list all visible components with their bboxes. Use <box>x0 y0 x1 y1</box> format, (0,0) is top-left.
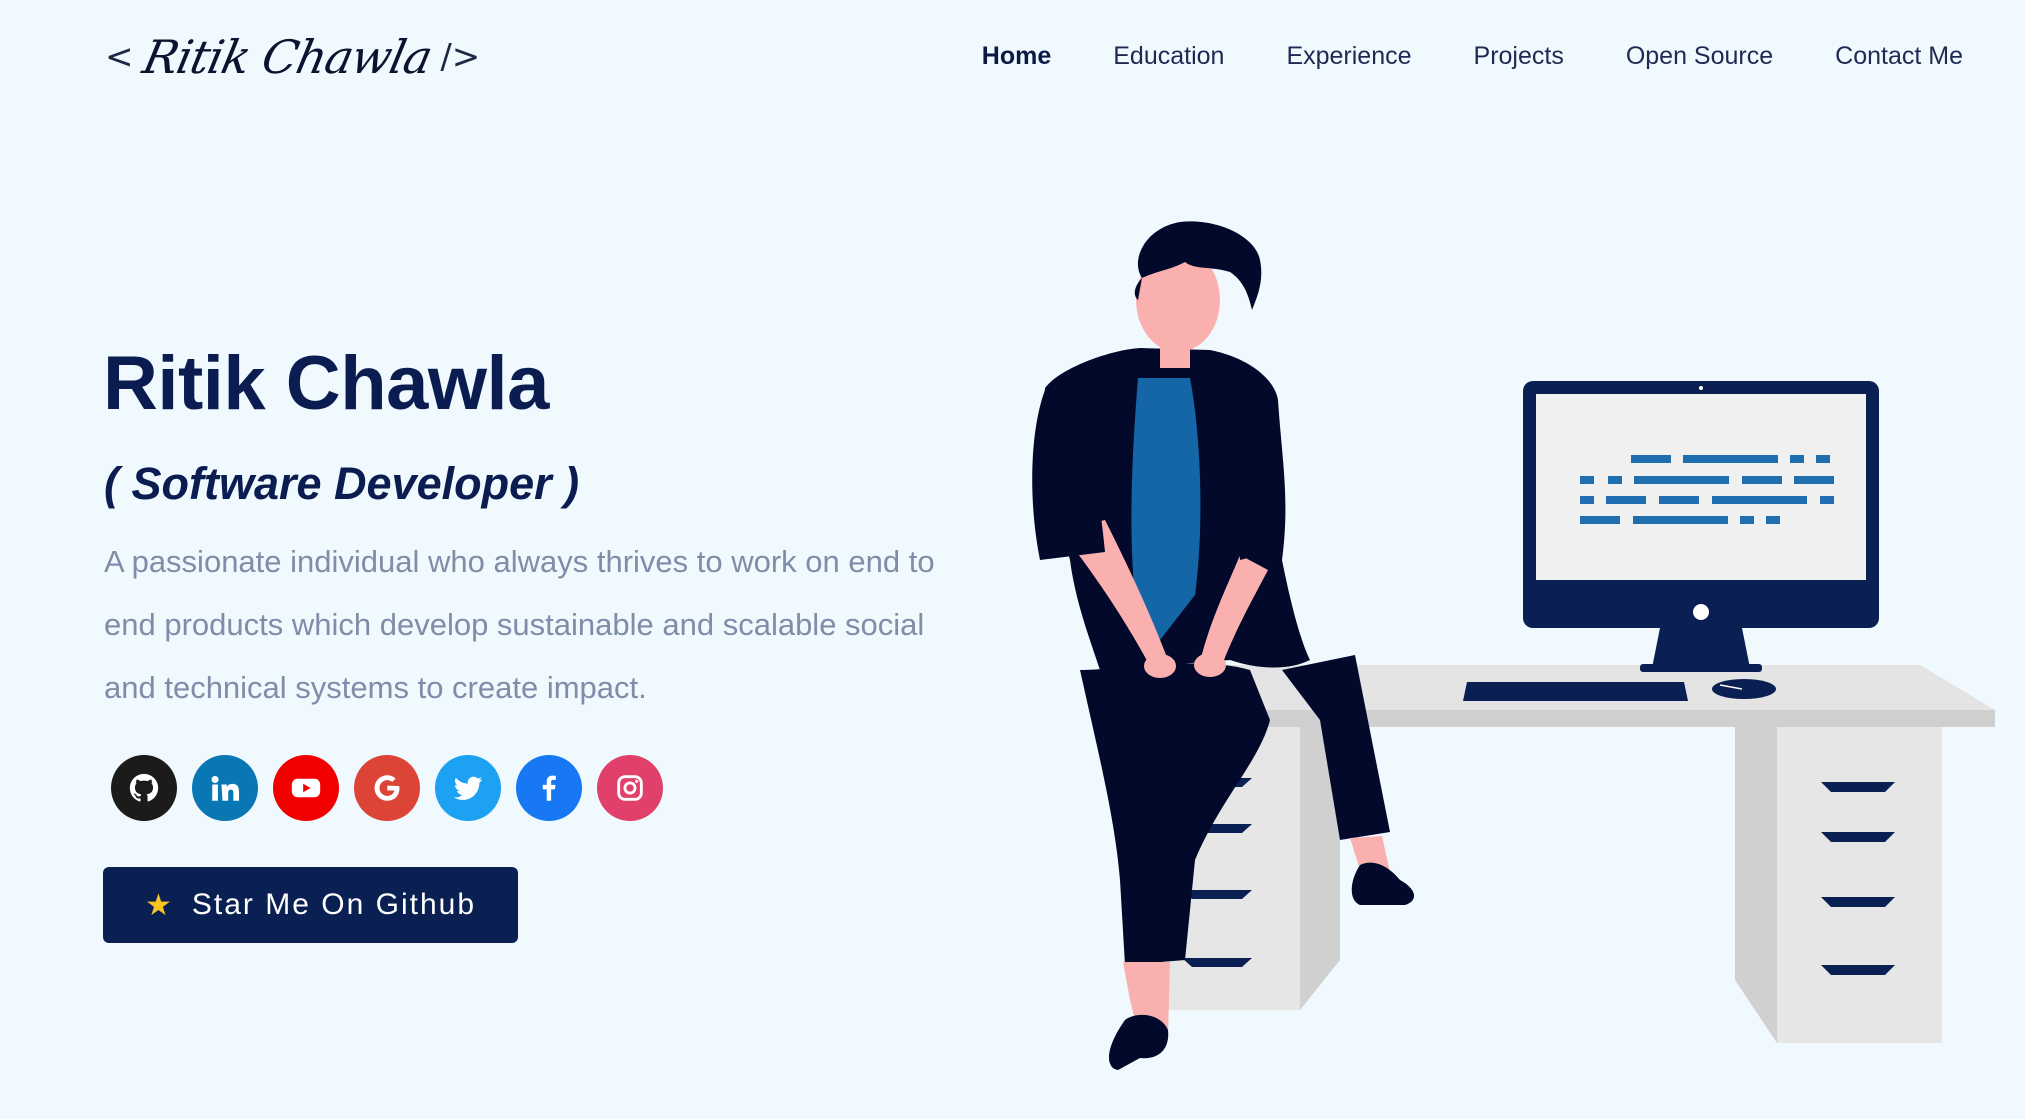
logo-open-bracket: < <box>105 37 134 77</box>
twitter-icon <box>453 776 483 800</box>
youtube-link[interactable] <box>273 755 339 821</box>
star-on-github-button[interactable]: ★ Star Me On Github <box>103 867 518 943</box>
right-drawer-side <box>1735 727 1777 1043</box>
logo-signature: Ritik Chawla <box>137 30 437 84</box>
drawer-handle <box>1821 965 1895 975</box>
google-link[interactable] <box>354 755 420 821</box>
facebook-icon <box>542 775 556 801</box>
github-icon <box>129 773 159 802</box>
instagram-icon <box>617 775 643 801</box>
page: < Ritik Chawla /> Home Education Experie… <box>0 0 2025 1119</box>
logo[interactable]: < Ritik Chawla /> <box>105 30 480 84</box>
nav-experience[interactable]: Experience <box>1286 42 1411 71</box>
right-drawer-unit <box>1777 727 1942 1043</box>
instagram-link[interactable] <box>597 755 663 821</box>
nav-open-source[interactable]: Open Source <box>1626 42 1773 71</box>
hero-name: Ritik Chawla <box>103 341 549 426</box>
star-icon: ★ <box>144 888 174 922</box>
nav-education[interactable]: Education <box>1113 42 1224 71</box>
main-nav: Home Education Experience Projects Open … <box>982 42 1963 71</box>
drawer-handle <box>1821 782 1895 792</box>
mouse <box>1712 679 1776 699</box>
monitor-stand <box>1652 628 1750 668</box>
keyboard <box>1463 682 1688 701</box>
drawer-handle <box>1182 890 1252 899</box>
hero-description: A passionate individual who always thriv… <box>104 544 935 705</box>
monitor-screen <box>1536 394 1866 580</box>
star-on-github-label: Star Me On Github <box>191 888 476 921</box>
facebook-link[interactable] <box>516 755 582 821</box>
nav-home[interactable]: Home <box>982 42 1051 71</box>
logo-close-bracket: /> <box>440 37 481 77</box>
drawer-handle <box>1821 832 1895 842</box>
twitter-link[interactable] <box>435 755 501 821</box>
nav-projects[interactable]: Projects <box>1474 42 1564 71</box>
linkedin-icon <box>211 775 240 801</box>
drawer-handle <box>1821 897 1895 907</box>
github-link[interactable] <box>111 755 177 821</box>
social-links <box>111 755 663 821</box>
hero-role: ( Software Developer ) <box>104 458 580 509</box>
youtube-icon <box>291 778 321 798</box>
linkedin-link[interactable] <box>192 755 258 821</box>
google-icon <box>374 775 400 801</box>
drawer-handle <box>1182 958 1252 967</box>
developer-illustration <box>1032 221 1995 1070</box>
nav-contact-me[interactable]: Contact Me <box>1835 42 1963 71</box>
